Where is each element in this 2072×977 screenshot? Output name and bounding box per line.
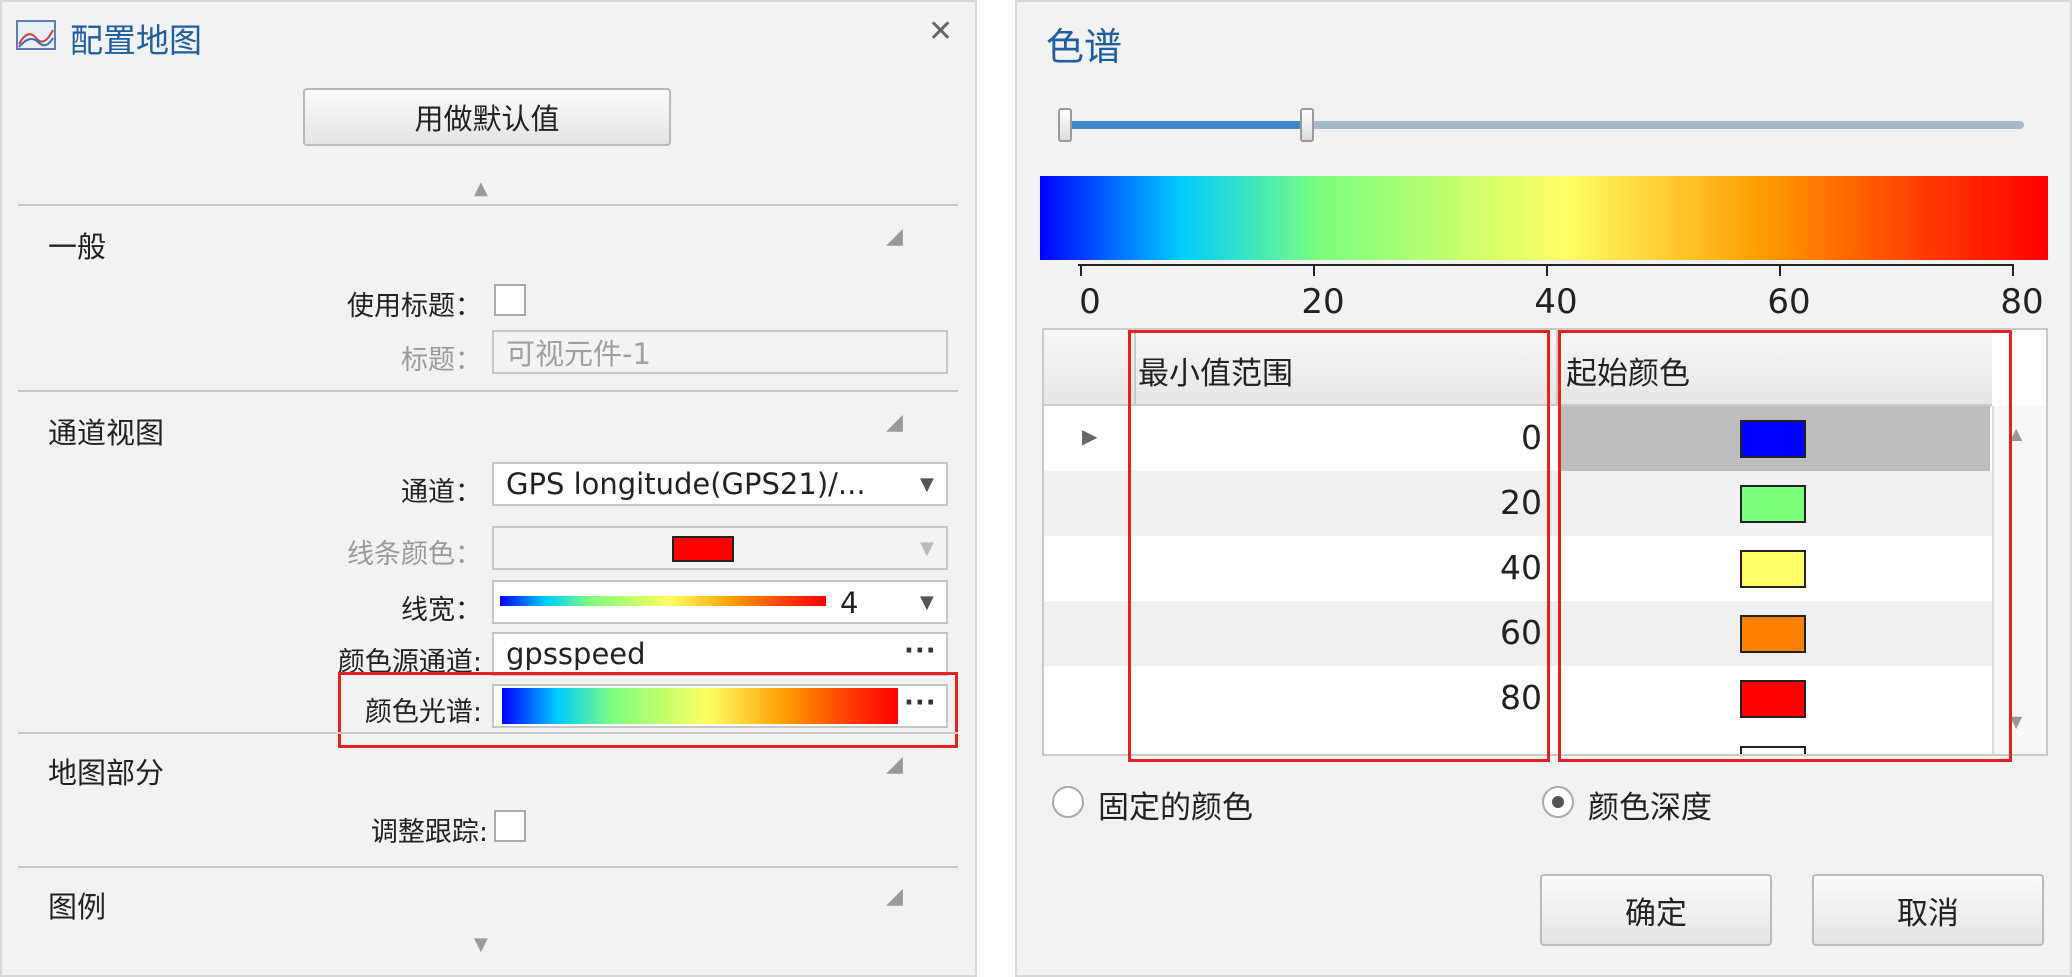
highlight-box-start-color	[1558, 330, 2012, 762]
chevron-down-icon[interactable]: ▼	[920, 474, 934, 495]
use-title-label: 使用标题：	[347, 291, 482, 322]
adjust-tracking-checkbox[interactable]	[494, 810, 526, 842]
axis-tick-label: 60	[1767, 282, 1811, 322]
axis-tick-label: 20	[1301, 282, 1345, 322]
close-icon[interactable]: ✕	[928, 14, 953, 49]
radio-fixed-color[interactable]	[1052, 786, 1084, 818]
axis-tick	[2012, 264, 2014, 276]
divider	[18, 732, 958, 734]
axis-tick-label: 40	[1534, 282, 1578, 322]
channel-select[interactable]: GPS longitude(GPS21)/...	[492, 462, 948, 506]
section-title-channel-view: 通道视图	[48, 416, 165, 450]
section-title-map-part: 地图部分	[48, 756, 165, 790]
axis-tick-label: 80	[2000, 282, 2044, 322]
channel-value: GPS longitude(GPS21)/...	[506, 467, 866, 501]
line-width-value: 4	[840, 586, 859, 620]
section-toggle-icon[interactable]: ◢	[886, 752, 903, 777]
use-as-default-button[interactable]: 用做默认值	[303, 88, 671, 146]
current-row-marker-icon: ▶	[1082, 424, 1098, 448]
radio-color-depth[interactable]	[1542, 786, 1574, 818]
spectrum-gradient-bar	[1040, 176, 2048, 260]
axis-tick	[1080, 264, 1082, 276]
section-title-general: 一般	[48, 230, 107, 264]
color-source-input[interactable]: gpsspeed	[492, 632, 948, 676]
use-title-checkbox[interactable]	[494, 284, 526, 316]
spectrum-slider-fill	[1068, 121, 1307, 129]
collapse-up-icon[interactable]: ▲	[474, 178, 488, 199]
axis-tick	[1313, 264, 1315, 276]
spectrum-axis	[1078, 264, 2012, 266]
title-label: 标题：	[401, 345, 482, 376]
chevron-down-icon[interactable]: ▼	[920, 538, 934, 559]
dialog-title: 色谱	[1046, 25, 1123, 69]
divider	[18, 866, 958, 868]
radio-color-depth-label[interactable]: 颜色深度	[1588, 782, 1712, 827]
chevron-down-icon[interactable]: ▼	[920, 592, 934, 613]
section-toggle-icon[interactable]: ◢	[886, 410, 903, 435]
divider	[18, 390, 958, 392]
divider	[18, 204, 958, 206]
color-source-browse-button[interactable]: ···	[904, 636, 937, 666]
line-width-label: 线宽：	[401, 595, 482, 626]
highlight-box	[338, 672, 958, 748]
radio-selected-dot	[1552, 796, 1564, 808]
section-toggle-icon[interactable]: ◢	[886, 884, 903, 909]
axis-tick-label: 0	[1079, 282, 1101, 322]
line-color-swatch	[672, 536, 734, 562]
slider-max-thumb[interactable]	[1300, 108, 1314, 142]
title-input[interactable]: 可视元件-1	[492, 330, 948, 374]
radio-fixed-color-label[interactable]: 固定的颜色	[1098, 782, 1253, 827]
slider-min-thumb[interactable]	[1058, 108, 1072, 142]
section-toggle-icon[interactable]: ◢	[886, 224, 903, 249]
adjust-tracking-label: 调整跟踪:	[370, 817, 488, 848]
channel-label: 通道：	[401, 477, 482, 508]
cancel-button[interactable]: 取消	[1812, 874, 2044, 946]
highlight-box-min-range	[1128, 330, 1550, 762]
line-width-preview	[500, 596, 826, 606]
section-title-legend: 图例	[48, 890, 107, 924]
panel-title: 配置地图	[70, 21, 202, 60]
axis-tick	[1779, 264, 1781, 276]
expand-down-icon[interactable]: ▼	[474, 934, 488, 955]
axis-tick	[1546, 264, 1548, 276]
ok-button[interactable]: 确定	[1540, 874, 1772, 946]
map-icon	[16, 20, 56, 50]
line-color-label: 线条颜色：	[347, 539, 482, 570]
